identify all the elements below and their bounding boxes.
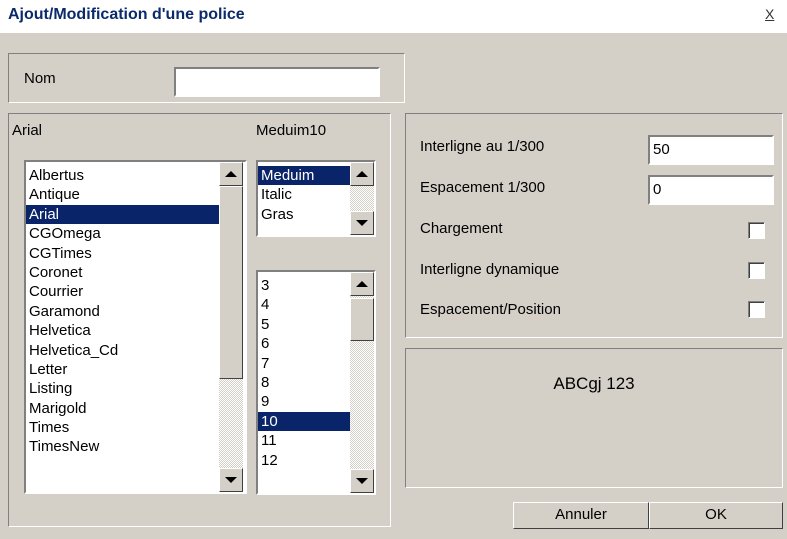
style-scroll-down-button[interactable] <box>350 211 374 235</box>
interligne-input[interactable]: 50 <box>648 135 774 165</box>
list-item[interactable]: Letter <box>26 360 219 379</box>
cancel-button[interactable]: Annuler <box>513 502 649 529</box>
size-list-items: 3 4 5 6 7 8 9 10 11 12 <box>258 276 350 493</box>
list-item[interactable]: Italic <box>258 185 350 204</box>
font-scroll-down-button[interactable] <box>219 468 243 492</box>
font-list-items: Albertus Antique Arial CGOmega CGTimes Corone… <box>26 166 219 492</box>
preview-text: ABCgj 123 <box>553 374 635 393</box>
list-item[interactable]: 7 <box>258 354 350 373</box>
chargement-label: Chargement <box>420 220 503 237</box>
size-scrollbar[interactable] <box>350 272 374 493</box>
interligne-dynamique-checkbox[interactable] <box>748 262 765 279</box>
list-item[interactable]: Gras <box>258 205 350 224</box>
list-item[interactable]: 6 <box>258 334 350 353</box>
list-item[interactable]: TimesNew <box>26 437 219 456</box>
arrow-down-icon <box>356 220 368 226</box>
style-list-items: Meduim Italic Gras <box>258 166 350 236</box>
size-scroll-down-button[interactable] <box>350 469 374 493</box>
arrow-up-icon <box>225 171 237 177</box>
list-item[interactable]: 9 <box>258 392 350 411</box>
arrow-up-icon <box>356 171 368 177</box>
interligne-label: Interligne au 1/300 <box>420 138 545 155</box>
font-scrollbar[interactable] <box>219 162 243 492</box>
arrow-down-icon <box>225 477 237 483</box>
list-item[interactable]: Helvetica <box>26 321 219 340</box>
arrow-up-icon <box>356 281 368 287</box>
list-item[interactable]: Coronet <box>26 263 219 282</box>
list-item[interactable]: 4 <box>258 295 350 314</box>
list-item[interactable]: Courrier <box>26 282 219 301</box>
size-listbox[interactable]: 3 4 5 6 7 8 9 10 11 12 <box>256 270 376 495</box>
espacement-label: Espacement 1/300 <box>420 179 546 196</box>
style-scroll-up-button[interactable] <box>350 162 374 186</box>
font-scroll-up-button[interactable] <box>219 162 243 186</box>
arrow-down-icon <box>356 478 368 484</box>
ok-button[interactable]: OK <box>649 502 783 529</box>
style-listbox[interactable]: Meduim Italic Gras <box>256 160 376 237</box>
espacement-position-label: Espacement/Position <box>420 301 561 318</box>
font-scroll-thumb[interactable] <box>219 186 243 379</box>
list-item[interactable]: 11 <box>258 431 350 450</box>
list-item[interactable]: Marigold <box>26 399 219 418</box>
style-selected-label: Meduim10 <box>256 122 327 139</box>
style-scrollbar[interactable] <box>350 162 374 235</box>
list-item[interactable]: Antique <box>26 185 219 204</box>
name-label: Nom <box>24 70 56 87</box>
list-item[interactable]: 3 <box>258 276 350 295</box>
list-item[interactable]: 10 <box>258 411 350 432</box>
window-title: Ajout/Modification d'une police <box>8 6 245 23</box>
list-item[interactable]: 12 <box>258 451 350 470</box>
list-item[interactable]: Meduim <box>258 166 350 186</box>
espacement-position-checkbox[interactable] <box>748 301 765 318</box>
name-input[interactable] <box>174 67 380 97</box>
list-item[interactable]: Garamond <box>26 302 219 321</box>
interligne-dynamique-label: Interligne dynamique <box>420 261 560 278</box>
list-item[interactable]: Listing <box>26 379 219 398</box>
preview-panel <box>405 348 783 488</box>
list-item[interactable]: CGOmega <box>26 224 219 243</box>
font-selected-label: Arial <box>12 122 43 139</box>
espacement-input[interactable]: 0 <box>648 175 774 205</box>
size-scroll-thumb[interactable] <box>350 298 374 341</box>
list-item[interactable]: CGTimes <box>26 244 219 263</box>
chargement-checkbox[interactable] <box>748 222 765 239</box>
font-listbox[interactable]: Albertus Antique Arial CGOmega CGTimes Corone… <box>24 160 247 494</box>
list-item[interactable]: Arial <box>26 204 219 225</box>
list-item[interactable]: Helvetica_Cd <box>26 341 219 360</box>
list-item[interactable]: Times <box>26 418 219 437</box>
size-scroll-up-button[interactable] <box>350 272 374 296</box>
list-item[interactable]: 5 <box>258 315 350 334</box>
close-icon[interactable]: X <box>765 6 774 22</box>
list-item[interactable]: Albertus <box>26 166 219 185</box>
list-item[interactable]: 8 <box>258 373 350 392</box>
